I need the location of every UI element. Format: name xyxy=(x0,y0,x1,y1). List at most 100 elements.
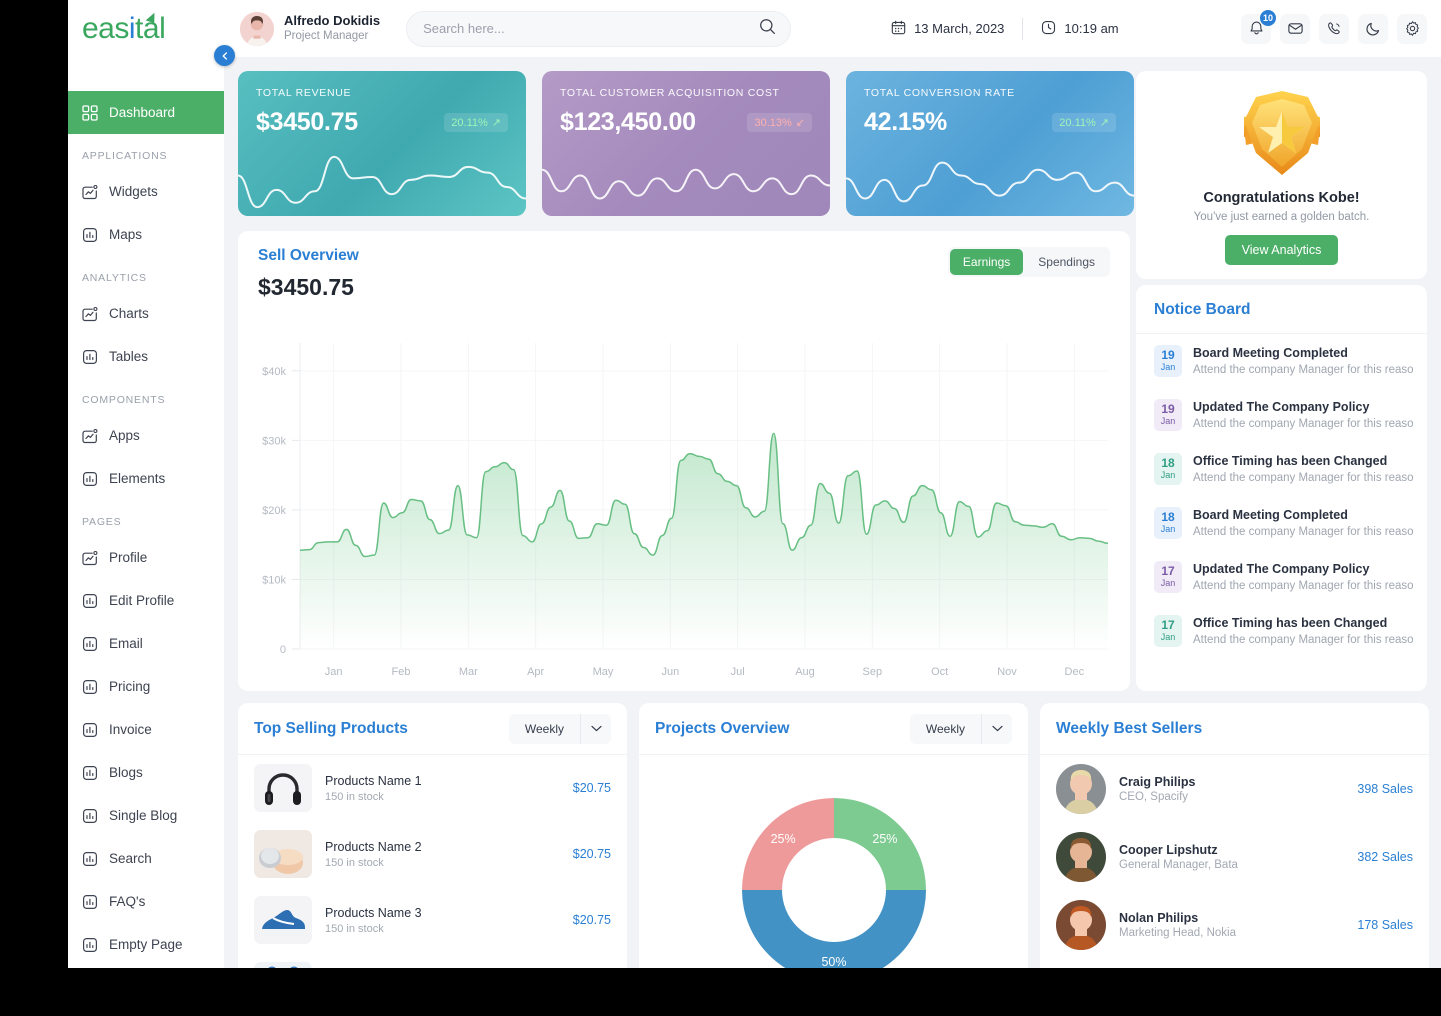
top-selling-list: Products Name 1 150 in stock $20.75 Prod… xyxy=(238,755,627,968)
tab-earnings[interactable]: Earnings xyxy=(949,249,1024,275)
notice-date-chip: 17 Jan xyxy=(1154,615,1182,647)
sidebar-item-blogs[interactable]: Blogs xyxy=(68,751,224,794)
sidebar-item-charts[interactable]: Charts xyxy=(68,292,224,335)
notice-item[interactable]: 19 Jan Updated The Company Policy Attend… xyxy=(1136,388,1427,442)
sidebar-item-faq-s[interactable]: FAQ's xyxy=(68,880,224,923)
projects-period-select[interactable]: Weekly xyxy=(909,713,1012,744)
search-input[interactable] xyxy=(423,21,760,36)
notice-title: Updated The Company Policy xyxy=(1193,400,1370,414)
bars-icon xyxy=(82,894,98,910)
notice-item[interactable]: 17 Jan Office Timing has been Changed At… xyxy=(1136,604,1427,658)
dark-mode-button[interactable] xyxy=(1358,13,1388,44)
seller-list-item[interactable]: Cooper Lipshutz General Manager, Bata 38… xyxy=(1040,823,1429,891)
main-content: TOTAL REVENUE $3450.75 20.11% ↗ TOTAL CU… xyxy=(224,57,1441,968)
area-chart-svg: 0 $10k $20k $30k $40k Jan Feb Mar Apr May Jun Jul Au… xyxy=(262,343,1109,678)
sidebar-item-label: Pricing xyxy=(109,679,151,694)
notice-item[interactable]: 19 Jan Board Meeting Completed Attend th… xyxy=(1136,334,1427,388)
svg-text:25%: 25% xyxy=(872,832,897,846)
search-box[interactable] xyxy=(406,10,792,47)
svg-text:Jul: Jul xyxy=(731,666,745,678)
svg-text:$30k: $30k xyxy=(262,435,286,447)
sidebar-item-pricing[interactable]: Pricing xyxy=(68,665,224,708)
sidebar-item-email[interactable]: Email xyxy=(68,622,224,665)
product-price: $20.75 xyxy=(572,847,611,861)
product-list-item[interactable]: Products Name 4 150 in stock $20.75 xyxy=(238,953,627,968)
chevron-down-icon[interactable] xyxy=(580,713,611,744)
stat-sparkline xyxy=(542,168,830,200)
svg-text:May: May xyxy=(593,666,614,678)
sidebar-item-single-blog[interactable]: Single Blog xyxy=(68,794,224,837)
best-sellers-list: Craig Philips CEO, Spacify 398 Sales Coo… xyxy=(1040,755,1429,968)
bars-icon xyxy=(82,227,98,243)
svg-text:0: 0 xyxy=(280,644,286,656)
sidebar-item-elements[interactable]: Elements xyxy=(68,457,224,500)
notice-date-chip: 18 Jan xyxy=(1154,453,1182,485)
sidebar-item-search[interactable]: Search xyxy=(68,837,224,880)
notice-date-chip: 17 Jan xyxy=(1154,561,1182,593)
notice-item[interactable]: 18 Jan Board Meeting Completed Attend th… xyxy=(1136,496,1427,550)
svg-text:Mar: Mar xyxy=(459,666,478,678)
stat-card-row: 42.15% 20.11% ↗ xyxy=(864,108,1116,137)
user-role: Project Manager xyxy=(284,30,369,43)
stat-delta-value: 30.13% xyxy=(754,116,792,129)
product-list-item[interactable]: Products Name 3 150 in stock $20.75 xyxy=(238,887,627,953)
chevron-down-icon[interactable] xyxy=(981,713,1012,744)
top-selling-period-select[interactable]: Weekly xyxy=(508,713,611,744)
notice-item[interactable]: 18 Jan Office Timing has been Changed At… xyxy=(1136,442,1427,496)
product-name: Products Name 3 xyxy=(325,905,422,920)
view-analytics-button[interactable]: View Analytics xyxy=(1224,235,1339,265)
sidebar-item-label: Empty Page xyxy=(109,937,183,952)
sidebar-item-edit-profile[interactable]: Edit Profile xyxy=(68,579,224,622)
product-list-item[interactable]: Products Name 1 150 in stock $20.75 xyxy=(238,755,627,821)
product-list-item[interactable]: Products Name 2 150 in stock $20.75 xyxy=(238,821,627,887)
sidebar-item-widgets[interactable]: Widgets xyxy=(68,170,224,213)
sidebar-item-profile[interactable]: Profile xyxy=(68,536,224,579)
user-text-block: Alfredo Dokidis Project Manager xyxy=(284,13,380,44)
golden-badge-icon xyxy=(1136,87,1427,184)
sidebar-item-maps[interactable]: Maps xyxy=(68,213,224,256)
calls-button[interactable] xyxy=(1319,13,1349,44)
brand-logo[interactable]: easital xyxy=(68,0,224,57)
top-selling-period-value: Weekly xyxy=(524,721,564,736)
sidebar-item-invoice[interactable]: Invoice xyxy=(68,708,224,751)
projects-period-value: Weekly xyxy=(925,721,965,736)
tab-spendings[interactable]: Spendings xyxy=(1025,249,1108,275)
congratulations-title: Congratulations Kobe! xyxy=(1203,190,1360,206)
notice-text: Updated The Company Policy Attend the co… xyxy=(1193,399,1413,430)
stat-delta-value: 20.11% xyxy=(451,116,488,129)
notice-month: Jan xyxy=(1160,361,1176,372)
projects-overview-header: Projects Overview Weekly xyxy=(639,703,1028,755)
sidebar-item-dashboard[interactable]: Dashboard xyxy=(68,91,224,134)
sell-overview-card: Sell Overview $3450.75 Earnings Spending… xyxy=(238,231,1130,691)
sidebar-item-empty-page[interactable]: Empty Page xyxy=(68,923,224,966)
sidebar-item-label: Elements xyxy=(109,471,166,486)
notifications-button[interactable]: 10 xyxy=(1241,9,1276,44)
svg-text:Oct: Oct xyxy=(931,666,948,678)
sidebar-item-label: Email xyxy=(109,636,143,651)
user-name: Alfredo Dokidis xyxy=(284,12,381,28)
notice-day: 19 xyxy=(1161,402,1175,417)
user-profile-block[interactable]: Alfredo Dokidis Project Manager xyxy=(240,11,380,46)
notice-month: Jan xyxy=(1160,469,1176,480)
seller-list-item[interactable]: Nolan Philips Marketing Head, Nokia 178 … xyxy=(1040,891,1429,959)
notice-day: 18 xyxy=(1161,510,1175,525)
sidebar-item-tables[interactable]: Tables xyxy=(68,335,224,378)
bars-icon xyxy=(82,593,98,609)
search-icon[interactable] xyxy=(759,18,776,40)
sidebar-item-label: FAQ's xyxy=(109,894,146,909)
seller-list-item[interactable]: Madelyn Rosser Product Lead, Apple 175 S… xyxy=(1040,959,1429,968)
notice-item[interactable]: 17 Jan Updated The Company Policy Attend… xyxy=(1136,550,1427,604)
settings-button[interactable] xyxy=(1397,13,1427,44)
seller-role: General Manager, Bata xyxy=(1119,859,1238,871)
sidebar-item-apps[interactable]: Apps xyxy=(68,414,224,457)
sidebar-collapse-button[interactable] xyxy=(214,45,235,66)
seller-list-item[interactable]: Craig Philips CEO, Spacify 398 Sales xyxy=(1040,755,1429,823)
sidebar-item-label: Blogs xyxy=(109,765,143,780)
page-background-gutter xyxy=(0,0,68,968)
headphones-image xyxy=(254,764,312,812)
clock-icon xyxy=(1041,20,1056,38)
messages-button[interactable] xyxy=(1280,13,1310,44)
widget-icon xyxy=(82,550,98,566)
notice-description: Attend the company Manager for this reas… xyxy=(1193,525,1413,538)
notice-day: 17 xyxy=(1161,564,1175,579)
